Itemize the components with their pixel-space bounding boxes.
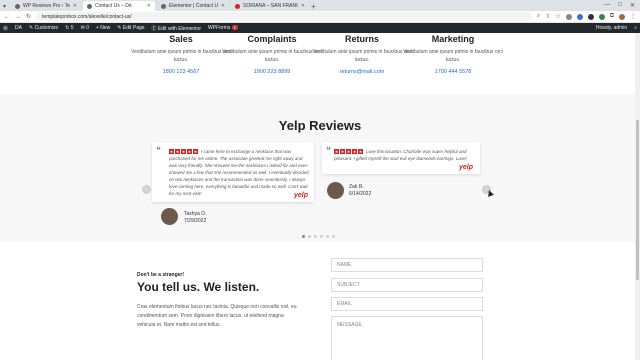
- yelp-icon: [235, 3, 240, 9]
- address-bar-row: ← → ↻ templateprobox.com/alexelle/contac…: [0, 11, 640, 23]
- close-icon[interactable]: ✕: [73, 3, 77, 9]
- form-headline: You tell us. We listen.: [137, 280, 260, 294]
- extension-icon[interactable]: [565, 13, 572, 20]
- share-icon[interactable]: ⇪: [545, 13, 550, 20]
- wordpress-icon: [15, 3, 20, 9]
- admin-edit-elementor-link[interactable]: Ⓔ Edit with Elementor: [152, 25, 201, 32]
- carousel-dot[interactable]: [326, 235, 329, 238]
- new-tab-button[interactable]: +: [309, 2, 318, 11]
- site-icon: [87, 3, 92, 9]
- admin-search-icon[interactable]: ⌕: [634, 25, 637, 31]
- review-text: Love this location. Charlotte was super …: [334, 149, 467, 161]
- carousel-pagination: [302, 235, 335, 238]
- elementor-icon: [161, 3, 166, 9]
- carousel-dot[interactable]: [308, 235, 311, 238]
- contact-card-marketing: Marketing Vestibulum ante ipsum primis i…: [398, 34, 508, 75]
- close-icon[interactable]: ✕: [301, 3, 305, 9]
- reload-icon[interactable]: ↻: [26, 13, 31, 20]
- carousel-dot[interactable]: [314, 235, 317, 238]
- url-text: templateprobox.com/alexelle/contact-us/: [42, 13, 132, 20]
- bookmark-star-icon[interactable]: ☆: [555, 13, 560, 20]
- extension-icon[interactable]: [598, 13, 605, 20]
- notification-badge: 1: [231, 25, 238, 30]
- email-field[interactable]: EMAIL: [331, 297, 483, 311]
- admin-site-link[interactable]: DA: [15, 25, 22, 31]
- yelp-section-background: [0, 94, 640, 242]
- profile-avatar[interactable]: [619, 13, 625, 20]
- carousel-dot[interactable]: [332, 235, 335, 238]
- wordpress-logo-icon[interactable]: Ⓦ: [3, 25, 8, 32]
- avatar: [161, 208, 178, 225]
- browser-tab-contact-us[interactable]: Contact Us – Dé ✕: [83, 1, 155, 11]
- review-card-2: ❝ ★ ★ ★ ★ ★ Love this location. Charlott…: [322, 142, 480, 174]
- admin-updates-link[interactable]: ↻ 5: [65, 25, 73, 31]
- card-title: Marketing: [431, 34, 475, 44]
- admin-wpforms-link[interactable]: WPForms 1: [208, 25, 238, 31]
- puzzle-icon[interactable]: ⧉: [610, 13, 614, 20]
- avatar: [327, 182, 344, 199]
- minimize-icon[interactable]: —: [604, 2, 610, 9]
- close-window-icon[interactable]: ✕: [630, 2, 635, 9]
- card-contact-link[interactable]: 1700 444 5578: [398, 69, 508, 75]
- name-field[interactable]: NAME: [331, 258, 483, 272]
- admin-new-link[interactable]: + New: [96, 25, 110, 31]
- browser-tabstrip: ▾ WP Reviews Pro › Templates ‹ D… ✕ Cont…: [0, 0, 640, 11]
- window-controls: — □ ✕: [604, 2, 640, 9]
- forward-icon[interactable]: →: [15, 14, 21, 20]
- back-icon[interactable]: ←: [4, 14, 10, 20]
- extension-icon[interactable]: [587, 13, 594, 20]
- browser-tab-elementor[interactable]: Elementor | Contact Us ✕: [157, 1, 229, 11]
- quote-icon: ❝: [156, 146, 161, 156]
- admin-comments-link[interactable]: ✉ 0: [81, 25, 89, 31]
- review-card-1: ❝ ★ ★ ★ ★ ★ I came here to exchange a ne…: [152, 142, 314, 202]
- quote-icon: ❝: [326, 146, 331, 156]
- wp-admin-bar: Ⓦ DA ✎ Customize ↻ 5 ✉ 0 + New ✎ Edit Pa…: [0, 23, 640, 33]
- admin-edit-page-link[interactable]: ✎ Edit Page: [117, 25, 144, 31]
- zoom-icon[interactable]: ⌕: [537, 13, 540, 20]
- message-field[interactable]: MESSAGE: [331, 316, 483, 360]
- subject-field[interactable]: SUBJECT: [331, 278, 483, 292]
- scrollbar-thumb[interactable]: [636, 120, 639, 280]
- form-description: Cras elementum finibus lacus nec lacinia…: [137, 304, 297, 328]
- review-text: I came here to exchange a necklace that …: [169, 149, 309, 196]
- browser-tab-wp-reviews[interactable]: WP Reviews Pro › Templates ‹ D… ✕: [11, 1, 81, 11]
- extension-icon[interactable]: [576, 13, 583, 20]
- yelp-logo: yelp: [459, 164, 474, 171]
- url-field[interactable]: templateprobox.com/alexelle/contact-us/: [36, 12, 532, 21]
- carousel-dot[interactable]: [302, 235, 305, 238]
- review-author-1: Tashya D. 7/29/2022: [184, 211, 207, 224]
- tab-search-icon[interactable]: ▾: [0, 2, 9, 11]
- review-author-2: Zak R. 6/14/2022: [349, 184, 372, 197]
- admin-customize-link[interactable]: ✎ Customize: [29, 25, 58, 31]
- close-icon[interactable]: ✕: [221, 3, 225, 9]
- form-kicker: Don't be a stranger!: [137, 272, 185, 278]
- card-text: Vestibulum ante ipsum primis in faucibus…: [403, 49, 503, 63]
- carousel-prev-button[interactable]: ‹: [142, 185, 151, 194]
- carousel-dot[interactable]: [320, 235, 323, 238]
- close-icon[interactable]: ✕: [147, 3, 151, 9]
- menu-icon[interactable]: ⋮: [630, 13, 636, 20]
- admin-howdy-link[interactable]: Howdy, admin: [596, 25, 627, 31]
- yelp-section-title: Yelp Reviews: [278, 118, 362, 133]
- yelp-logo: yelp: [294, 192, 309, 199]
- page-scrollbar[interactable]: [635, 33, 640, 360]
- maximize-icon[interactable]: □: [618, 2, 622, 9]
- browser-tab-soriana[interactable]: SORIANA – SAN FRANCISCO ✕: [231, 1, 309, 11]
